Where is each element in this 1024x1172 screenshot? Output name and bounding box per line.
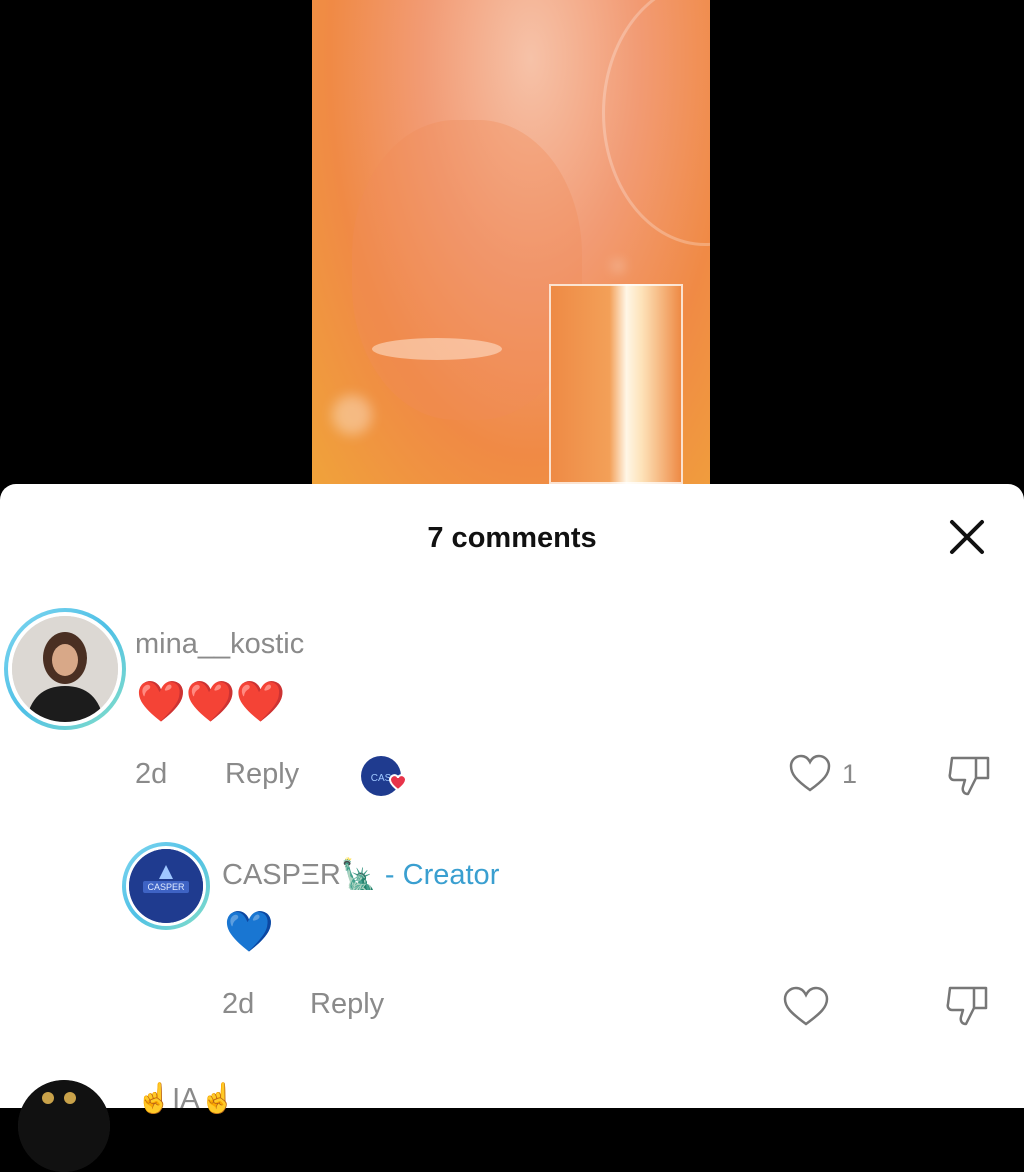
clock-shape xyxy=(602,0,710,246)
light-glow xyxy=(332,395,372,435)
pip-video-overlay[interactable] xyxy=(549,284,683,484)
avatar[interactable] xyxy=(18,1080,110,1172)
video-face-shape xyxy=(352,120,582,420)
light-glow xyxy=(612,260,624,272)
comment-username[interactable]: ☝️IA☝️ xyxy=(136,1082,236,1116)
comment-item: ☝️IA☝️ xyxy=(0,484,1024,1172)
video-player[interactable] xyxy=(0,0,1024,490)
comments-sheet: 7 comments mina__kostic ❤️❤️❤️ 2d Reply … xyxy=(0,484,1024,1172)
video-lips-shape xyxy=(372,338,502,360)
user-photo xyxy=(18,1080,110,1172)
video-frame[interactable] xyxy=(312,0,710,490)
